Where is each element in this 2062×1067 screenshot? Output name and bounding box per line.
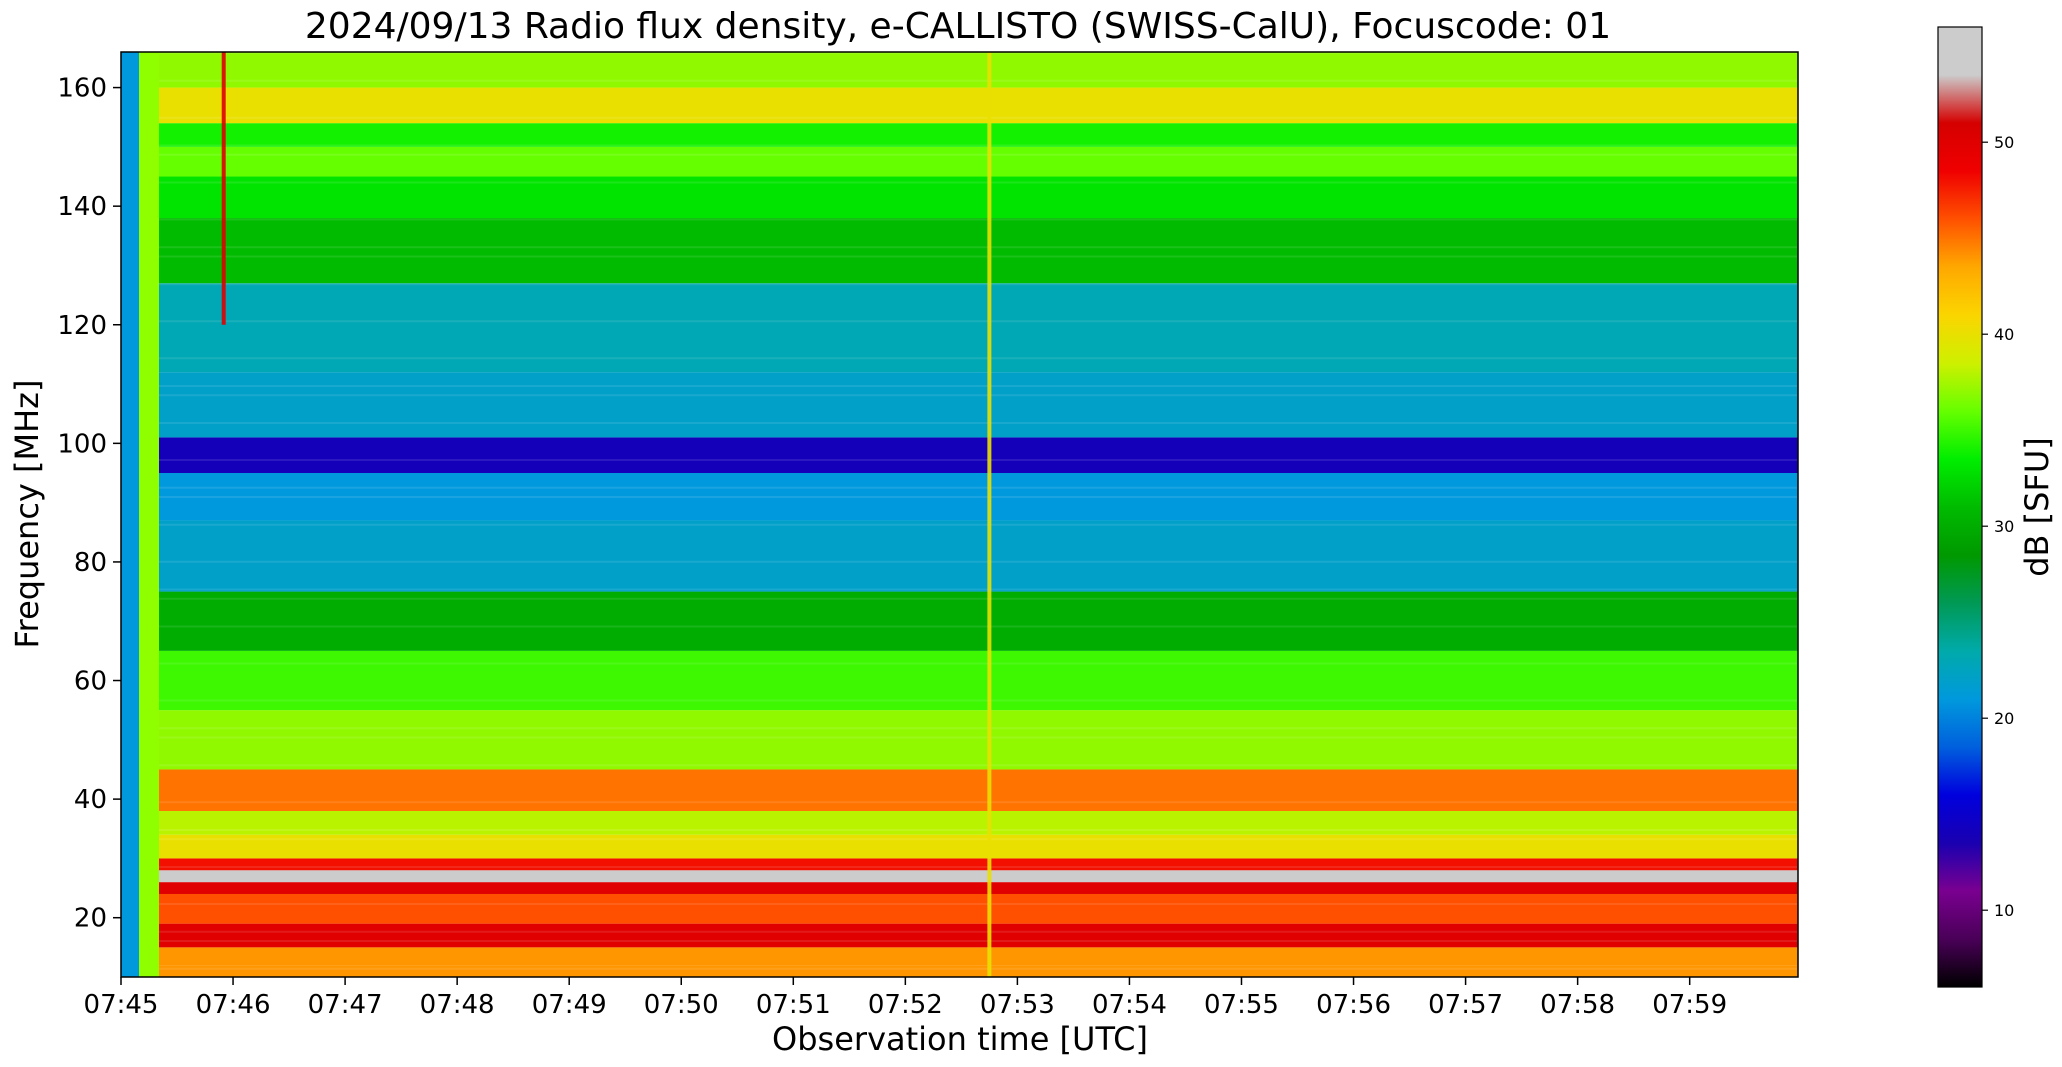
y-tick-label: 160 [57, 74, 107, 104]
y-tick-label: 100 [57, 429, 107, 459]
texture-stripe [159, 116, 1798, 119]
x-tick-label: 07:54 [1092, 990, 1167, 1020]
x-tick-label: 07:52 [868, 990, 943, 1020]
frequency-band [121, 893, 1798, 924]
texture-stripe [159, 560, 1798, 563]
y-tick-label: 120 [57, 311, 107, 341]
texture-stripe [159, 385, 1798, 387]
texture-stripe [159, 255, 1798, 258]
texture-stripe [159, 246, 1798, 249]
texture-stripe [159, 218, 1798, 221]
texture-stripe [159, 153, 1798, 156]
colorbar-tick-label: 30 [1994, 517, 2014, 536]
x-tick-label: 07:48 [420, 990, 495, 1020]
texture-stripe [159, 357, 1798, 360]
texture-stripe [159, 422, 1798, 424]
colorbar-tick-label: 40 [1994, 325, 2014, 344]
x-tick-label: 07:58 [1540, 990, 1615, 1020]
frequency-band [121, 769, 1798, 811]
colorbar-ticks: 10 20 30 40 50 [1982, 133, 2014, 920]
y-axis-ticks: 20 40 60 80 100 120 140 160 [57, 74, 121, 934]
texture-stripe [159, 662, 1798, 665]
texture-stripe [159, 496, 1798, 498]
texture-stripe [159, 597, 1798, 600]
texture-stripe [159, 727, 1798, 730]
frequency-band [121, 882, 1798, 894]
x-tick-label: 07:47 [308, 990, 383, 1020]
x-tick-label: 07:51 [756, 990, 831, 1020]
x-axis-label: Observation time [UTC] [772, 1020, 1148, 1058]
frequency-band [121, 591, 1798, 651]
chart-title: 2024/09/13 Radio flux density, e-CALLIST… [305, 6, 1611, 47]
texture-stripe [159, 801, 1798, 804]
texture-stripe [159, 967, 1798, 970]
x-tick-label: 07:55 [1204, 990, 1279, 1020]
frequency-band [121, 810, 1798, 835]
texture-stripe [159, 903, 1798, 905]
texture-stripe [159, 838, 1798, 841]
frequency-band [121, 437, 1798, 473]
calibration-column [139, 52, 159, 977]
x-tick-label: 07:46 [196, 990, 271, 1020]
y-tick-label: 60 [74, 667, 107, 697]
colorbar-tick-label: 20 [1994, 709, 2014, 728]
spectrogram-figure: 2024/09/13 Radio flux density, e-CALLIST… [8, 6, 2056, 1058]
texture-stripe [159, 394, 1798, 397]
texture-stripe [159, 459, 1798, 461]
texture-stripe [159, 829, 1798, 831]
x-tick-label: 07:57 [1428, 990, 1503, 1020]
frequency-band [121, 372, 1798, 438]
texture-stripe [159, 486, 1798, 489]
x-axis-ticks: 07:45 07:46 07:47 07:48 07:49 07:50 07:51 07:52… [84, 977, 1727, 1020]
frequency-band [121, 870, 1798, 883]
frequency-band [121, 218, 1798, 284]
x-tick-label: 07:59 [1652, 990, 1727, 1020]
texture-stripe [159, 79, 1798, 82]
texture-stripe [159, 588, 1798, 591]
colorbar-tick-label: 50 [1994, 133, 2014, 152]
frequency-band [121, 858, 1798, 871]
y-tick-label: 140 [57, 192, 107, 222]
frequency-band [121, 52, 1798, 88]
burst-feature [221, 52, 226, 325]
x-tick-label: 07:50 [644, 990, 719, 1020]
spectrogram-plot [121, 52, 1798, 977]
texture-stripe [159, 144, 1798, 147]
frequency-band [121, 710, 1798, 770]
colorbar-label: dB [SFU] [2018, 437, 2056, 577]
texture-stripe [159, 523, 1798, 526]
burst-feature [987, 52, 992, 977]
frequency-band [121, 520, 1798, 592]
texture-stripe [159, 930, 1798, 933]
x-tick-label: 07:45 [84, 990, 159, 1020]
texture-stripe [159, 764, 1798, 767]
x-tick-label: 07:56 [1316, 990, 1391, 1020]
y-tick-label: 40 [74, 785, 107, 815]
colorbar [1937, 26, 1983, 988]
y-tick-label: 80 [74, 548, 107, 578]
texture-stripe [159, 940, 1798, 942]
texture-stripe [159, 283, 1798, 286]
x-tick-label: 07:53 [980, 990, 1055, 1020]
frequency-band [121, 123, 1798, 147]
texture-stripe [159, 699, 1798, 702]
texture-stripe [159, 736, 1798, 739]
texture-stripe [159, 866, 1798, 868]
texture-stripe [159, 181, 1798, 184]
colorbar-tick-label: 10 [1994, 901, 2014, 920]
frequency-band [121, 947, 1798, 966]
frequency-band [121, 146, 1798, 177]
texture-stripe [159, 320, 1798, 323]
frequency-band [121, 923, 1798, 948]
texture-stripe [159, 625, 1798, 628]
x-tick-label: 07:49 [532, 990, 607, 1020]
y-tick-label: 20 [74, 904, 107, 934]
frequency-band [121, 965, 1798, 977]
y-axis-label: Frequency [MHz] [8, 380, 46, 649]
calibration-column [121, 52, 139, 977]
